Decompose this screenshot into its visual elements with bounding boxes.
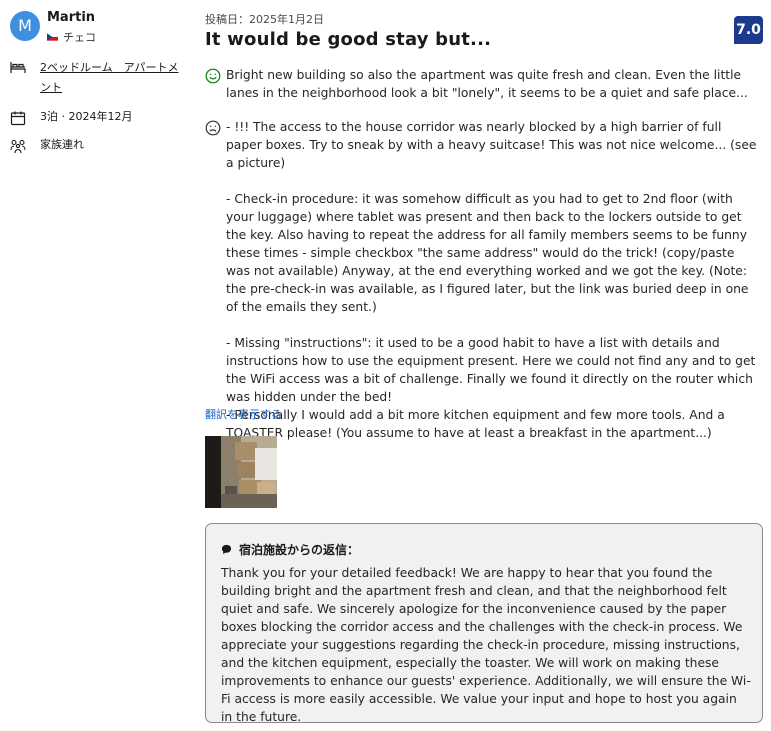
reply-text: Thank you for your detailed feedback! We… <box>221 566 751 724</box>
review-photo[interactable] <box>205 436 277 508</box>
traveler-type: 家族連れ <box>40 138 84 151</box>
traveler-type-row: 家族連れ <box>10 137 84 154</box>
positive-comment: Bright new building so also the apartmen… <box>205 66 761 102</box>
calendar-icon <box>10 111 26 126</box>
bed-icon <box>10 62 26 73</box>
review-score-badge: 7.0 <box>734 16 763 44</box>
sad-face-icon <box>205 120 221 136</box>
stay-duration-row: 3泊 · 2024年12月 <box>10 109 132 126</box>
show-translation-link[interactable]: 翻訳を表示する <box>205 406 282 422</box>
negative-comment: - !!! The access to the house corridor w… <box>205 118 761 442</box>
room-type-link[interactable]: 2ベッドルーム アパートメント <box>40 58 180 98</box>
reviewer-country: チェコ <box>47 29 96 45</box>
speech-bubble-icon <box>221 544 232 555</box>
room-type-row: 2ベッドルーム アパートメント <box>10 58 180 98</box>
review-photo-image <box>205 436 277 508</box>
country-label: チェコ <box>63 31 96 44</box>
reply-heading-row: 宿泊施設からの返信： <box>221 541 359 558</box>
posted-date: 投稿日：2025年1月2日 <box>205 13 324 26</box>
stay-duration: 3泊 · 2024年12月 <box>40 110 133 123</box>
reply-heading: 宿泊施設からの返信： <box>239 543 360 557</box>
czech-flag-icon <box>47 33 58 41</box>
people-group-icon <box>10 139 26 154</box>
avatar: M <box>10 11 40 41</box>
reviewer-name: Martin <box>47 10 96 25</box>
property-reply-box: 宿泊施設からの返信： Thank you for your detailed f… <box>205 523 763 724</box>
smile-face-icon <box>205 68 221 84</box>
negative-text: - !!! The access to the house corridor w… <box>226 120 757 440</box>
positive-text: Bright new building so also the apartmen… <box>226 68 748 100</box>
review-title: It would be good stay but... <box>205 29 492 50</box>
